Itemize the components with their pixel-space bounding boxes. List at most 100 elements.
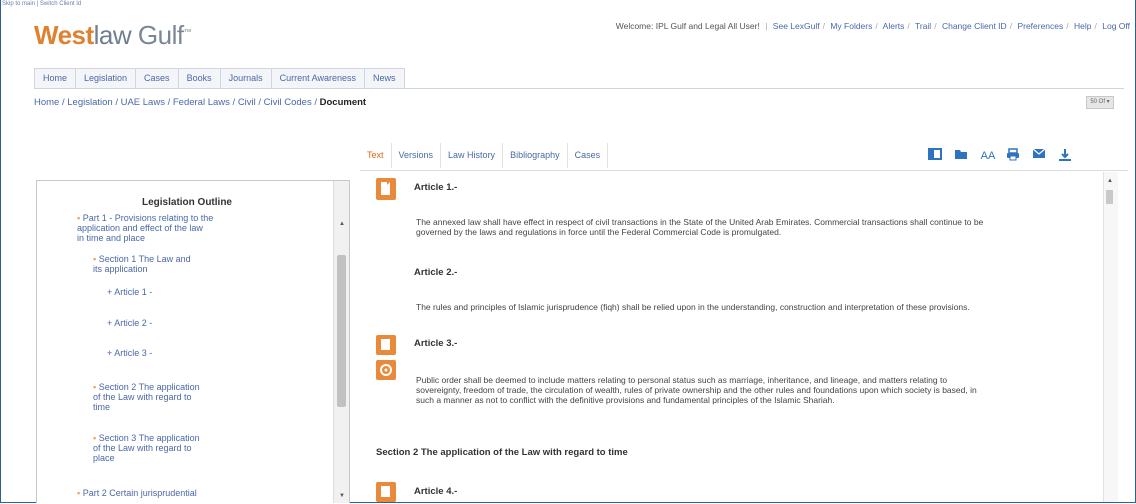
- document-scrollbar[interactable]: [1103, 172, 1118, 502]
- outline-section-3-line-2: of the Law with regard to: [93, 443, 192, 453]
- tab-versions[interactable]: Versions: [392, 143, 442, 168]
- outline-article-1-label: Article 1 -: [114, 287, 153, 297]
- separator: /: [1094, 21, 1097, 31]
- top-link-trail[interactable]: Trail: [915, 21, 931, 31]
- separator: /: [1009, 21, 1013, 31]
- top-link-alerts[interactable]: Alerts: [883, 21, 905, 31]
- outline-article-3-label: Article 3 -: [114, 348, 153, 358]
- outline-part-1[interactable]: ▪ Part 1 - Provisions relating to the ap…: [77, 213, 213, 243]
- outline-article-1[interactable]: + Article 1 -: [107, 287, 152, 297]
- outline-article-3[interactable]: + Article 3 -: [107, 348, 152, 358]
- breadcrumb-current: Document: [319, 97, 367, 108]
- outline-section-3-line-1: Section 3 The application: [98, 433, 200, 443]
- top-link-my-folders[interactable]: My Folders: [830, 21, 872, 31]
- outline-scrollbar-thumb[interactable]: [337, 255, 346, 407]
- article-1-text-line-1: The annexed law shall have effect in res…: [416, 217, 984, 227]
- separator: /: [934, 21, 937, 31]
- nav-tab-journals[interactable]: Journals: [219, 68, 272, 88]
- outline-title: Legislation Outline: [141, 197, 232, 208]
- email-icon[interactable]: [1032, 148, 1048, 164]
- outline-section-1-line-2: its application: [93, 264, 148, 274]
- outline-section-1[interactable]: ▪ Section 1 The Law and its application: [93, 254, 191, 274]
- outline-section-2-line-3: time: [93, 402, 111, 412]
- legislation-outline-panel: Legislation Outline ▪ Part 1 - Provision…: [36, 180, 350, 503]
- logo-mark: ™: [183, 27, 192, 37]
- folder-icon[interactable]: [954, 148, 970, 164]
- article-4-heading: Article 4.-: [414, 486, 458, 497]
- nav-tab-home[interactable]: Home: [34, 68, 77, 88]
- document-content: Article 1.- The annexed law shall have e…: [360, 172, 1104, 502]
- annotation-icon[interactable]: [376, 335, 396, 355]
- document-tabs: Text Versions Law History Bibliography C…: [360, 143, 609, 168]
- font-size-icon[interactable]: AA: [980, 148, 996, 164]
- logo-part-2: law: [93, 20, 132, 50]
- outline-part-1-line-3: in time and place: [77, 233, 146, 243]
- top-link-log-off[interactable]: Log Off: [1102, 21, 1130, 31]
- top-navigation: Welcome: IPL Gulf and Legal All User! | …: [616, 21, 1130, 31]
- outline-article-2-label: Article 2 -: [114, 318, 153, 328]
- top-link-change-client-id[interactable]: Change Client ID: [942, 21, 1007, 31]
- article-3-heading: Article 3.-: [414, 338, 458, 349]
- article-1-text: The annexed law shall have effect in res…: [416, 217, 1104, 237]
- section-2-heading: Section 2 The application of the Law wit…: [376, 447, 628, 458]
- logo-part-1: West: [34, 20, 94, 50]
- separator: /: [1066, 21, 1069, 31]
- nav-tab-books[interactable]: Books: [177, 68, 221, 88]
- separator: /: [907, 21, 910, 31]
- article-1-text-line-2: governed by the laws and regulations in …: [416, 227, 782, 237]
- outline-section-3-line-3: place: [93, 453, 115, 463]
- scroll-up-icon[interactable]: ▲: [1107, 178, 1113, 184]
- article-3-text-line-1: Public order shall be deemed to include …: [416, 375, 948, 385]
- logo-part-3: Gulf: [131, 20, 184, 50]
- scroll-up-icon[interactable]: ▲: [339, 221, 345, 227]
- article-1-heading: Article 1.-: [414, 182, 458, 193]
- scroll-down-icon[interactable]: ▼: [339, 493, 345, 499]
- annotation-icon[interactable]: [376, 482, 396, 502]
- download-icon[interactable]: [1058, 148, 1074, 164]
- layout-icon[interactable]: [928, 148, 944, 164]
- link-icon[interactable]: [376, 360, 396, 380]
- article-2-text: The rules and principles of Islamic juri…: [416, 302, 970, 312]
- outline-article-2[interactable]: + Article 2 -: [107, 318, 152, 328]
- outline-section-1-line-1: Section 1 The Law and: [98, 254, 191, 264]
- article-3-text-line-3: such a manner as not to conflict with th…: [416, 395, 835, 405]
- outline-part-2[interactable]: ▪ Part 2 Certain jurisprudential: [77, 488, 197, 498]
- nav-tab-news[interactable]: News: [363, 68, 405, 88]
- top-link-see-lexgulf[interactable]: See LexGulf: [773, 21, 820, 31]
- nav-divider: [34, 88, 1124, 89]
- tab-law-history[interactable]: Law History: [441, 143, 504, 168]
- outline-section-2-line-2: of the Law with regard to: [93, 392, 192, 402]
- document-scrollbar-thumb[interactable]: [1106, 190, 1113, 204]
- tab-text[interactable]: Text: [360, 143, 392, 168]
- separator: /: [875, 21, 878, 31]
- top-link-help[interactable]: Help: [1074, 21, 1091, 31]
- outline-part-1-line-1: Part 1 - Provisions relating to the: [82, 213, 214, 223]
- document-toolbar: AA: [928, 148, 1084, 164]
- outline-section-2-line-1: Section 2 The application: [98, 382, 200, 392]
- outline-part-1-line-2: application and effect of the law: [77, 223, 203, 233]
- outline-section-3[interactable]: ▪ Section 3 The application of the Law w…: [93, 433, 200, 463]
- document-icon[interactable]: [376, 178, 396, 200]
- skip-link[interactable]: Skip to main | Switch Client Id: [2, 1, 81, 7]
- tab-bibliography[interactable]: Bibliography: [503, 143, 568, 168]
- nav-tab-legislation[interactable]: Legislation: [75, 68, 137, 88]
- nav-tab-cases[interactable]: Cases: [135, 68, 179, 88]
- document-divider: [360, 170, 1128, 171]
- page-size-select[interactable]: 50 Of ▾: [1086, 96, 1114, 109]
- breadcrumb: Home / Legislation / UAE Laws / Federal …: [34, 97, 366, 108]
- nav-tab-current-awareness[interactable]: Current Awareness: [270, 68, 365, 88]
- outline-section-2[interactable]: ▪ Section 2 The application of the Law w…: [93, 382, 200, 412]
- welcome-text: Welcome: IPL Gulf and Legal All User!: [615, 21, 760, 31]
- article-3-text-line-2: sovereignty, freedom of trade, the circu…: [416, 385, 977, 395]
- main-navigation: Home Legislation Cases Books Journals Cu…: [34, 68, 405, 88]
- westlaw-gulf-logo[interactable]: Westlaw Gulf™: [34, 20, 192, 51]
- tab-cases[interactable]: Cases: [568, 143, 609, 168]
- article-2-heading: Article 2.-: [414, 267, 458, 278]
- top-link-preferences[interactable]: Preferences: [1017, 21, 1063, 31]
- breadcrumb-path[interactable]: Home / Legislation / UAE Laws / Federal …: [34, 97, 320, 108]
- outline-part-2-label: Part 2 Certain jurisprudential: [82, 488, 197, 498]
- separator: |: [765, 21, 768, 31]
- separator: /: [822, 21, 825, 31]
- print-icon[interactable]: [1006, 148, 1022, 164]
- article-3-text: Public order shall be deemed to include …: [416, 375, 1104, 405]
